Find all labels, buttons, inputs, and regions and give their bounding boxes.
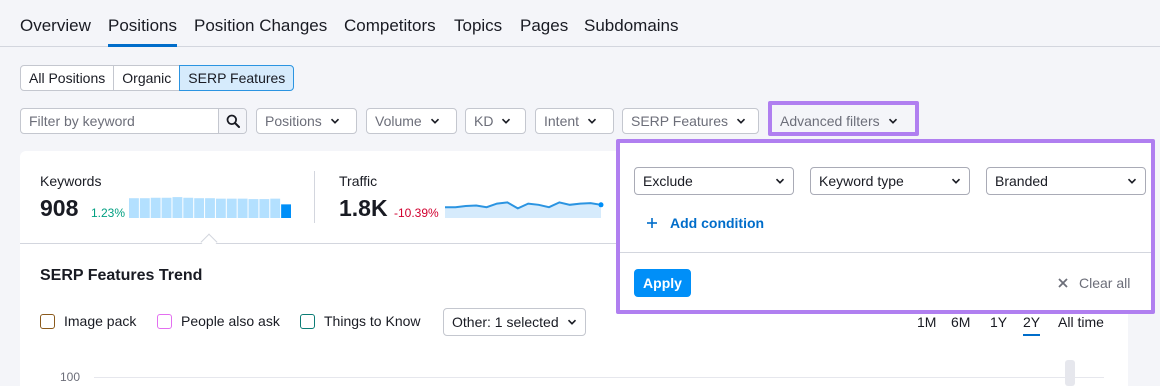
period-all-time[interactable]: All time <box>1058 314 1104 330</box>
advanced-filters-popup: Exclude Keyword type Branded Add conditi… <box>616 139 1155 314</box>
traffic-value: 1.8K <box>339 195 388 221</box>
keyword-filter <box>20 108 247 134</box>
tab-positions[interactable]: Positions <box>108 16 177 47</box>
volume-filter[interactable]: Volume <box>366 108 457 134</box>
condition-mode-select[interactable]: Exclude <box>634 167 794 195</box>
legend-image-pack[interactable]: Image pack <box>40 313 136 329</box>
period-6m[interactable]: 6M <box>951 314 970 330</box>
keywords-value: 908 <box>40 195 79 221</box>
close-icon <box>1058 278 1068 288</box>
tab-subdomains[interactable]: Subdomains <box>584 16 679 36</box>
chevron-down-icon <box>330 118 339 124</box>
tab-pages[interactable]: Pages <box>520 16 568 36</box>
chevron-down-icon <box>775 178 785 184</box>
tab-overview[interactable]: Overview <box>20 16 91 36</box>
plus-icon <box>647 218 657 228</box>
period-1m[interactable]: 1M <box>917 314 936 330</box>
position-type-switch: All Positions Organic SERP Features <box>20 65 295 91</box>
keywords-bar <box>194 198 205 218</box>
keywords-bar <box>281 204 291 218</box>
tab-position-changes[interactable]: Position Changes <box>194 16 327 36</box>
traffic-sparkline[interactable] <box>445 194 605 218</box>
checkbox-icon <box>300 313 315 329</box>
advanced-filters-highlight <box>768 101 919 136</box>
y-axis-tick: 100 <box>60 370 81 384</box>
other-features-select[interactable]: Other: 1 selected <box>443 308 586 336</box>
keywords-bar <box>259 199 270 218</box>
add-condition-button[interactable]: Add condition <box>646 215 764 231</box>
condition-field-label: Keyword type <box>819 173 904 189</box>
search-button[interactable] <box>218 109 246 133</box>
condition-mode-label: Exclude <box>643 173 693 189</box>
all-positions-button[interactable]: All Positions <box>20 65 115 91</box>
chevron-down-icon <box>502 118 511 124</box>
keywords-bar <box>183 197 194 218</box>
traffic-last-point <box>598 202 604 208</box>
legend-people-also-ask[interactable]: People also ask <box>157 313 280 329</box>
intent-filter[interactable]: Intent <box>535 108 614 134</box>
tab-topics[interactable]: Topics <box>454 16 502 36</box>
keywords-bar <box>248 199 259 218</box>
keywords-bar <box>205 198 215 218</box>
kd-filter[interactable]: KD <box>465 108 526 134</box>
traffic-delta: -10.39% <box>394 206 439 220</box>
keyword-filter-input[interactable] <box>21 109 218 133</box>
condition-value-label: Branded <box>995 173 1048 189</box>
traffic-label: Traffic <box>339 173 378 189</box>
positions-filter[interactable]: Positions <box>256 108 357 134</box>
checkbox-icon <box>40 313 55 329</box>
chart-scrollbar[interactable] <box>1065 360 1075 386</box>
legend-label: Things to Know <box>324 313 421 329</box>
volume-filter-label: Volume <box>375 113 422 129</box>
chevron-down-icon <box>951 178 961 184</box>
clear-all-label: Clear all <box>1079 275 1131 291</box>
popup-divider <box>620 252 1151 253</box>
serp-features-button[interactable]: SERP Features <box>179 65 295 91</box>
checkbox-icon <box>157 313 172 329</box>
metric-separator <box>314 171 315 223</box>
chart-gridline <box>94 377 1104 378</box>
add-condition-label: Add condition <box>670 215 765 231</box>
intent-filter-label: Intent <box>544 113 580 129</box>
keywords-bar <box>139 198 150 218</box>
serp-features-filter[interactable]: SERP Features <box>622 108 759 134</box>
organic-button[interactable]: Organic <box>113 65 181 91</box>
keywords-bar <box>237 198 248 218</box>
chevron-down-icon <box>736 118 746 124</box>
keywords-bar <box>129 198 139 218</box>
tab-competitors[interactable]: Competitors <box>344 16 436 36</box>
keywords-bar <box>161 197 172 218</box>
chevron-down-icon <box>1127 178 1137 184</box>
legend-things-to-know[interactable]: Things to Know <box>300 313 421 329</box>
keywords-sparkline[interactable] <box>129 196 291 218</box>
other-features-label: Other: 1 selected <box>452 314 559 330</box>
keywords-bar <box>215 198 226 218</box>
keywords-label: Keywords <box>40 173 102 189</box>
report-tabs: Overview Positions Position Changes Comp… <box>0 0 1160 47</box>
legend-label: Image pack <box>64 313 137 329</box>
condition-field-select[interactable]: Keyword type <box>810 167 970 195</box>
keywords-delta: 1.23% <box>91 206 126 220</box>
search-icon <box>226 114 240 128</box>
clear-all-button[interactable]: Clear all <box>1058 275 1130 291</box>
period-1y[interactable]: 1Y <box>990 314 1007 330</box>
apply-button[interactable]: Apply <box>634 269 691 297</box>
serp-features-filter-label: SERP Features <box>631 113 729 129</box>
chevron-down-icon <box>430 118 439 124</box>
legend-label: People also ask <box>181 313 280 329</box>
chevron-down-icon <box>587 118 597 124</box>
keywords-bar <box>270 198 281 218</box>
keywords-bar <box>226 198 237 218</box>
keywords-bar <box>172 197 183 218</box>
condition-value-select[interactable]: Branded <box>986 167 1146 195</box>
period-2y[interactable]: 2Y <box>1023 314 1041 336</box>
serp-trend-title: SERP Features Trend <box>40 267 203 284</box>
positions-filter-label: Positions <box>265 113 322 129</box>
keywords-bar <box>150 197 161 218</box>
chevron-down-icon <box>567 319 576 325</box>
kd-filter-label: KD <box>474 113 494 129</box>
